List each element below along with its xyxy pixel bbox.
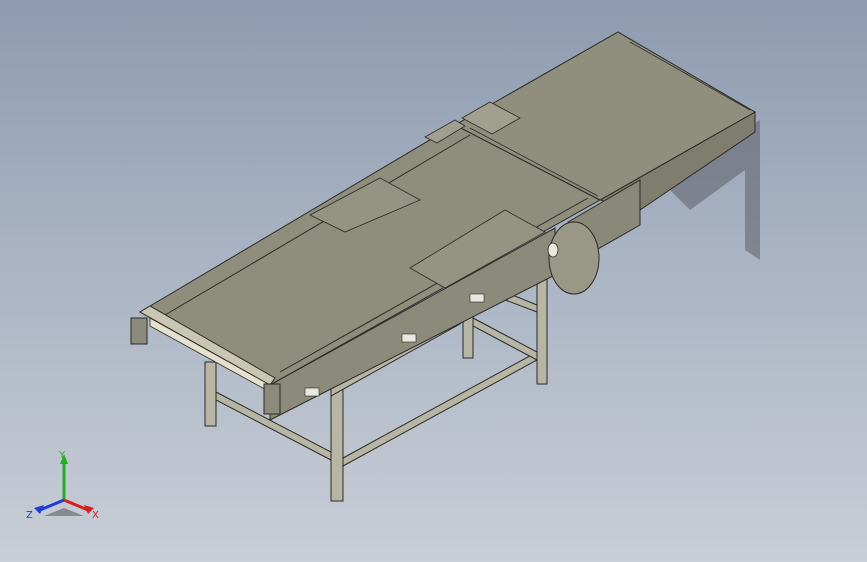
- coordinate-triad: Y X Z: [26, 450, 99, 521]
- side-plate-3: [469, 293, 485, 303]
- drive-pulley-hub: [547, 242, 559, 258]
- side-plate-1: [304, 387, 320, 397]
- x-axis-label: X: [92, 510, 99, 521]
- graphics-viewport[interactable]: Y X Z: [0, 0, 867, 562]
- end-bracket-right: [263, 383, 281, 415]
- side-plate-2: [401, 333, 417, 343]
- conveyor-model[interactable]: [0, 0, 867, 562]
- y-axis-label: Y: [58, 450, 66, 461]
- x-axis-line: [63, 498, 89, 512]
- triad-base: [44, 508, 84, 516]
- drive-pulley[interactable]: [548, 221, 600, 295]
- z-axis-label: Z: [26, 510, 33, 521]
- end-bracket-left: [130, 317, 148, 345]
- z-axis-line: [39, 498, 65, 512]
